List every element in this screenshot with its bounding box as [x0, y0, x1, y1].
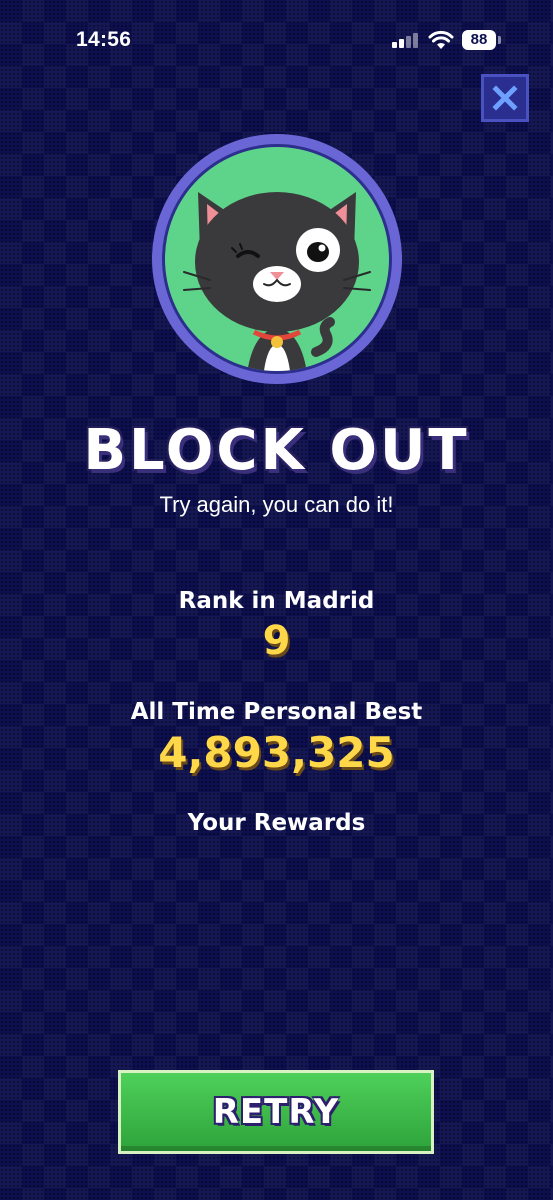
cellular-signal-icon: [392, 32, 418, 48]
cat-avatar: [152, 134, 402, 384]
battery-indicator: 88: [462, 30, 496, 50]
personal-best-label: All Time Personal Best: [130, 699, 423, 725]
close-icon: [492, 85, 518, 111]
result-subtitle: Try again, you can do it!: [159, 492, 394, 517]
close-button[interactable]: [481, 74, 529, 122]
retry-button-label: RETRY: [212, 1092, 340, 1132]
rank-label: Rank in Madrid: [178, 588, 375, 614]
status-time: 14:56: [76, 28, 132, 51]
battery-tip: [498, 36, 501, 44]
wifi-icon: [428, 30, 454, 49]
result-title: BLOCK OUT: [83, 418, 470, 483]
rewards-label: Your Rewards: [187, 810, 366, 836]
status-bar: 14:56 88: [0, 0, 553, 80]
personal-best-value: 4,893,325: [158, 728, 395, 777]
retry-button[interactable]: RETRY: [118, 1070, 434, 1154]
rank-value: 9: [262, 618, 291, 664]
